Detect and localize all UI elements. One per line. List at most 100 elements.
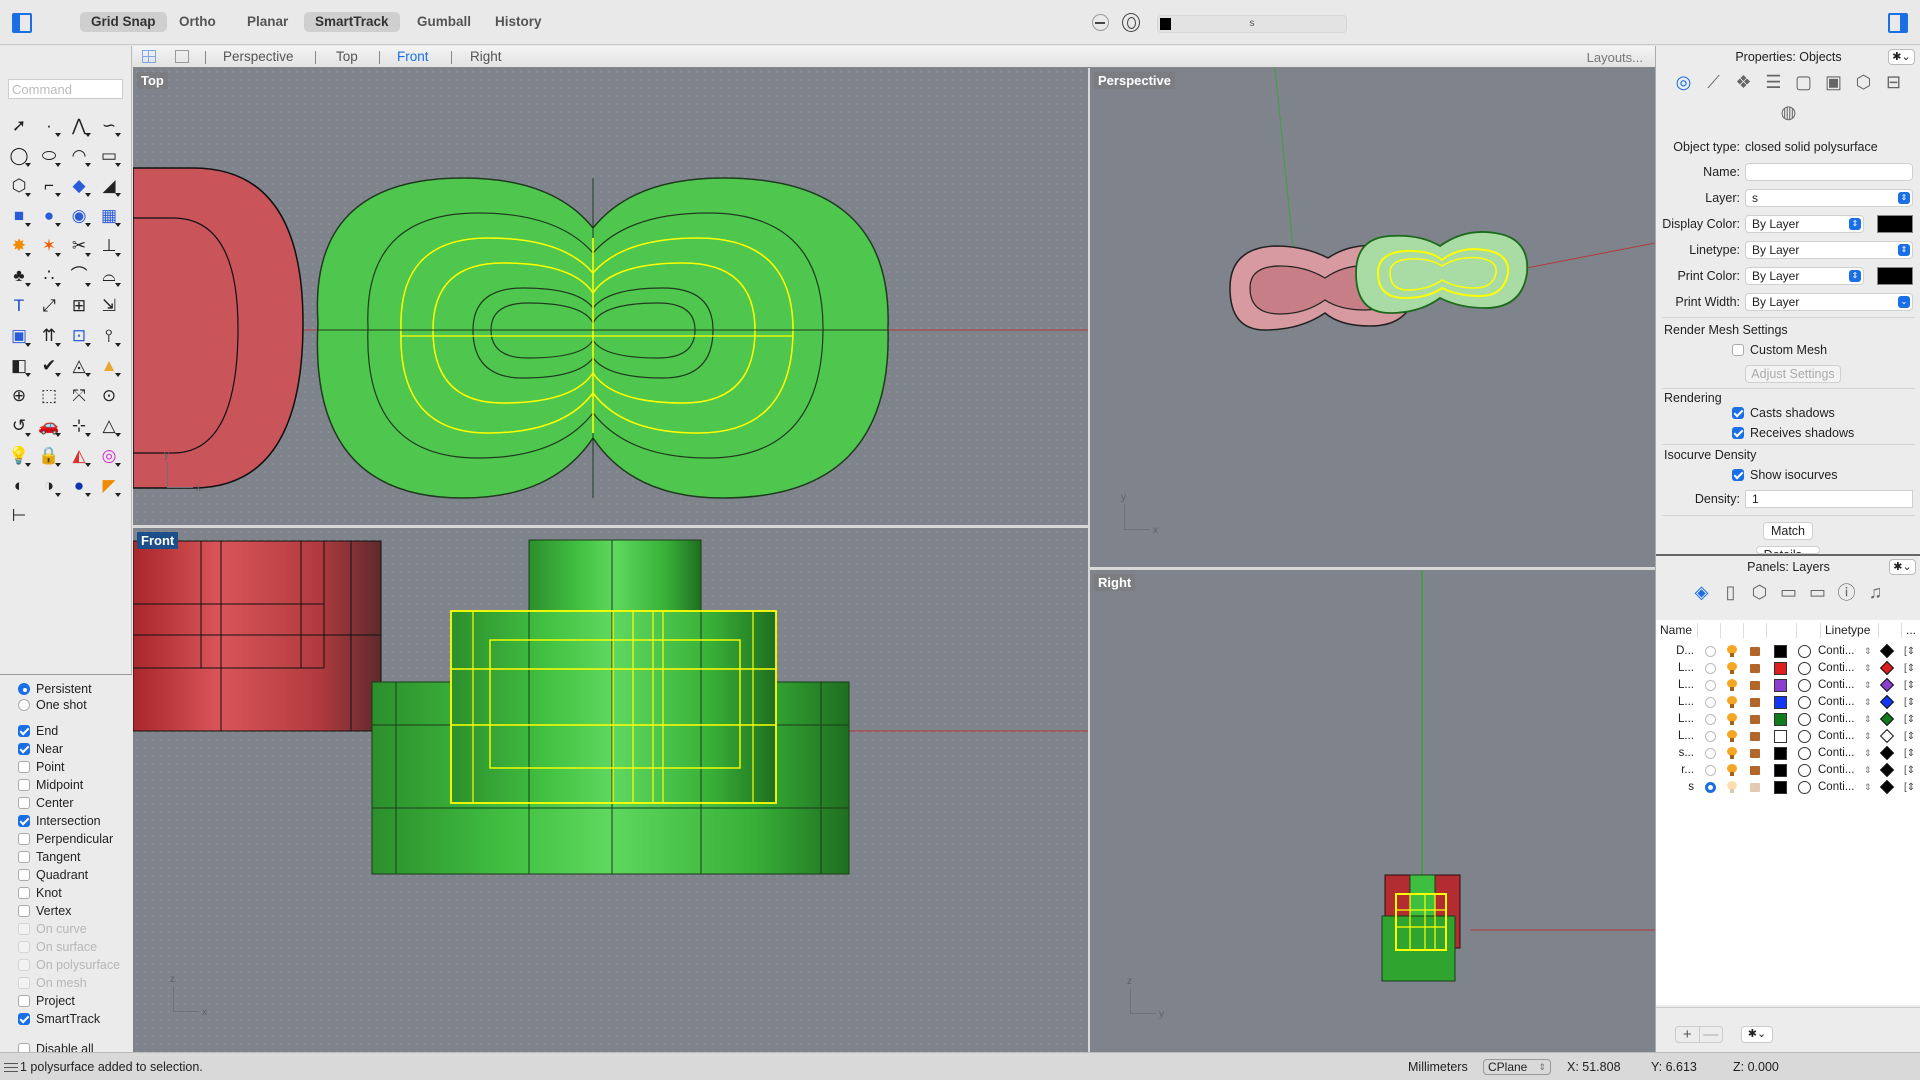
- layer-row[interactable]: L... Conti... ⇕ [⇕: [1656, 677, 1920, 694]
- properties-gear-menu-button[interactable]: ✱⌄: [1888, 49, 1915, 65]
- material-circle-icon[interactable]: [1798, 645, 1811, 658]
- point-tool-icon[interactable]: ·: [34, 110, 64, 140]
- print-width-stepper[interactable]: [⇕: [1904, 677, 1915, 694]
- checkbox[interactable]: [18, 995, 30, 1007]
- analyze-solid-tool-icon[interactable]: ◬: [64, 350, 94, 380]
- details-button[interactable]: Details...: [1756, 546, 1820, 554]
- rounded-box-icon[interactable]: ▣: [1822, 70, 1846, 94]
- viewport-splitter[interactable]: [133, 525, 1088, 528]
- print-color-diamond-icon[interactable]: [1879, 694, 1895, 710]
- circle-tool-icon[interactable]: ◯: [4, 140, 34, 170]
- print-color-diamond-icon[interactable]: [1879, 711, 1895, 727]
- print-width-stepper[interactable]: [⇕: [1904, 711, 1915, 728]
- attribute-data-icon[interactable]: ☰: [1762, 70, 1786, 94]
- tab-top[interactable]: Top: [336, 46, 358, 68]
- checkbox[interactable]: [18, 869, 30, 881]
- toggle-ortho[interactable]: Ortho: [168, 12, 227, 32]
- checkbox[interactable]: [1732, 469, 1744, 481]
- layer-linetype[interactable]: Conti...: [1818, 762, 1854, 779]
- checkbox[interactable]: [1732, 344, 1744, 356]
- layer-linetype[interactable]: Conti...: [1818, 660, 1854, 677]
- stepper-icon[interactable]: ⇕: [1864, 677, 1872, 694]
- layer-color-swatch[interactable]: [1774, 679, 1787, 692]
- arc-tool-icon[interactable]: ◠: [64, 140, 94, 170]
- layer-name[interactable]: L...: [1656, 677, 1694, 694]
- print-width-select[interactable]: By Layer ⌄: [1745, 293, 1913, 311]
- checkbox[interactable]: [18, 779, 30, 791]
- units-label[interactable]: Millimeters: [1408, 1053, 1468, 1080]
- lock-icon[interactable]: [1750, 698, 1760, 707]
- layer-name[interactable]: L...: [1656, 711, 1694, 728]
- sphere-shaded-tool-icon[interactable]: ◐: [4, 470, 34, 500]
- solid-edge-icon[interactable]: ⬡: [1852, 70, 1876, 94]
- offset-curve-tool-icon[interactable]: ⌓: [94, 260, 124, 290]
- radio-button[interactable]: [18, 683, 30, 695]
- toggle-right-sidebar-icon[interactable]: [1888, 13, 1908, 33]
- layers-gear-menu-button[interactable]: ✱⌄: [1889, 559, 1916, 575]
- lock-icon[interactable]: [1750, 732, 1760, 741]
- trim-tool-icon[interactable]: ✂: [64, 230, 94, 260]
- visibility-bulb-icon[interactable]: [1727, 764, 1738, 777]
- casts-shadows-checkbox[interactable]: Casts shadows: [1732, 406, 1835, 420]
- current-layer-radio[interactable]: [1705, 680, 1716, 691]
- layer-objects-tool-icon[interactable]: ◧: [4, 350, 34, 380]
- current-layer-radio[interactable]: [1705, 663, 1716, 674]
- stepper-icon[interactable]: ⇕: [1864, 711, 1872, 728]
- command-history-menu-icon[interactable]: [4, 1063, 18, 1073]
- curve-edit-tool-icon[interactable]: ⌒: [64, 260, 94, 290]
- dimension-tool-icon[interactable]: ⊢: [4, 500, 34, 530]
- display-color-swatch[interactable]: [1877, 215, 1913, 233]
- layer-linetype[interactable]: Conti...: [1818, 643, 1854, 660]
- lock-icon[interactable]: [1750, 783, 1760, 792]
- stepper-icon[interactable]: ⇕: [1864, 745, 1872, 762]
- print-color-diamond-icon[interactable]: [1879, 762, 1895, 778]
- layer-row[interactable]: r... Conti... ⇕ [⇕: [1656, 762, 1920, 779]
- array-tool-icon[interactable]: ⊞: [64, 290, 94, 320]
- osnap-point[interactable]: Point: [18, 758, 65, 776]
- osnap-end[interactable]: End: [18, 722, 58, 740]
- layer-row[interactable]: s Conti... ⇕ [⇕: [1656, 779, 1920, 796]
- box-solid-tool-icon[interactable]: ■: [4, 200, 34, 230]
- lock-icon[interactable]: [1750, 749, 1760, 758]
- adjust-settings-button[interactable]: Adjust Settings: [1745, 365, 1841, 383]
- extrude-planar-tool-icon[interactable]: ⇈: [34, 320, 64, 350]
- layer-name[interactable]: s...: [1656, 745, 1694, 762]
- lock-icon[interactable]: [1750, 647, 1760, 656]
- osnap-knot[interactable]: Knot: [18, 884, 62, 902]
- zoom-extents-tool-icon[interactable]: ⤧: [64, 380, 94, 410]
- visibility-bulb-icon[interactable]: [1727, 730, 1738, 743]
- layer-linetype[interactable]: Conti...: [1818, 677, 1854, 694]
- print-width-stepper[interactable]: [⇕: [1904, 728, 1915, 745]
- print-width-stepper[interactable]: [⇕: [1904, 660, 1915, 677]
- current-layer-radio[interactable]: [1705, 765, 1716, 776]
- toggle-smarttrack[interactable]: SmartTrack: [304, 12, 400, 32]
- osnap-smarttrack[interactable]: SmartTrack: [18, 1010, 100, 1028]
- osnap-midpoint[interactable]: Midpoint: [18, 776, 83, 794]
- material-circle-icon[interactable]: [1798, 696, 1811, 709]
- layers-icon[interactable]: ◈: [1690, 580, 1714, 604]
- named-selection-tool-icon[interactable]: △: [94, 410, 124, 440]
- viewport-splitter[interactable]: [1090, 567, 1655, 570]
- group-tool-icon[interactable]: ∴: [34, 260, 64, 290]
- layouts-menu-button[interactable]: Layouts...: [1587, 46, 1643, 70]
- explode-tool-icon[interactable]: ✸: [4, 230, 34, 260]
- layer-name[interactable]: r...: [1656, 762, 1694, 779]
- viewport-front[interactable]: Front xz: [133, 528, 1088, 1052]
- document-icon[interactable]: ▯: [1719, 580, 1743, 604]
- visibility-bulb-icon[interactable]: [1727, 679, 1738, 692]
- visibility-bulb-icon[interactable]: [1727, 696, 1738, 709]
- note-icon[interactable]: ▢: [1792, 70, 1816, 94]
- transform-tool-icon[interactable]: ⇲: [94, 290, 124, 320]
- materials-tool-icon[interactable]: ◭: [64, 440, 94, 470]
- layer-name[interactable]: s: [1656, 779, 1694, 796]
- layer-name[interactable]: L...: [1656, 660, 1694, 677]
- lock-icon[interactable]: [1750, 681, 1760, 690]
- layer-linetype[interactable]: Conti...: [1818, 745, 1854, 762]
- checkbox[interactable]: [18, 851, 30, 863]
- curve-tool-icon[interactable]: ∽: [94, 110, 124, 140]
- print-color-select[interactable]: By Layer ⇕: [1745, 267, 1864, 285]
- grid-array-tool-icon[interactable]: ⊡: [64, 320, 94, 350]
- spotlight-tool-icon[interactable]: ◤: [94, 470, 124, 500]
- sphere-grid-tool-icon[interactable]: ◑: [34, 470, 64, 500]
- column-header-name[interactable]: Name: [1660, 620, 1692, 640]
